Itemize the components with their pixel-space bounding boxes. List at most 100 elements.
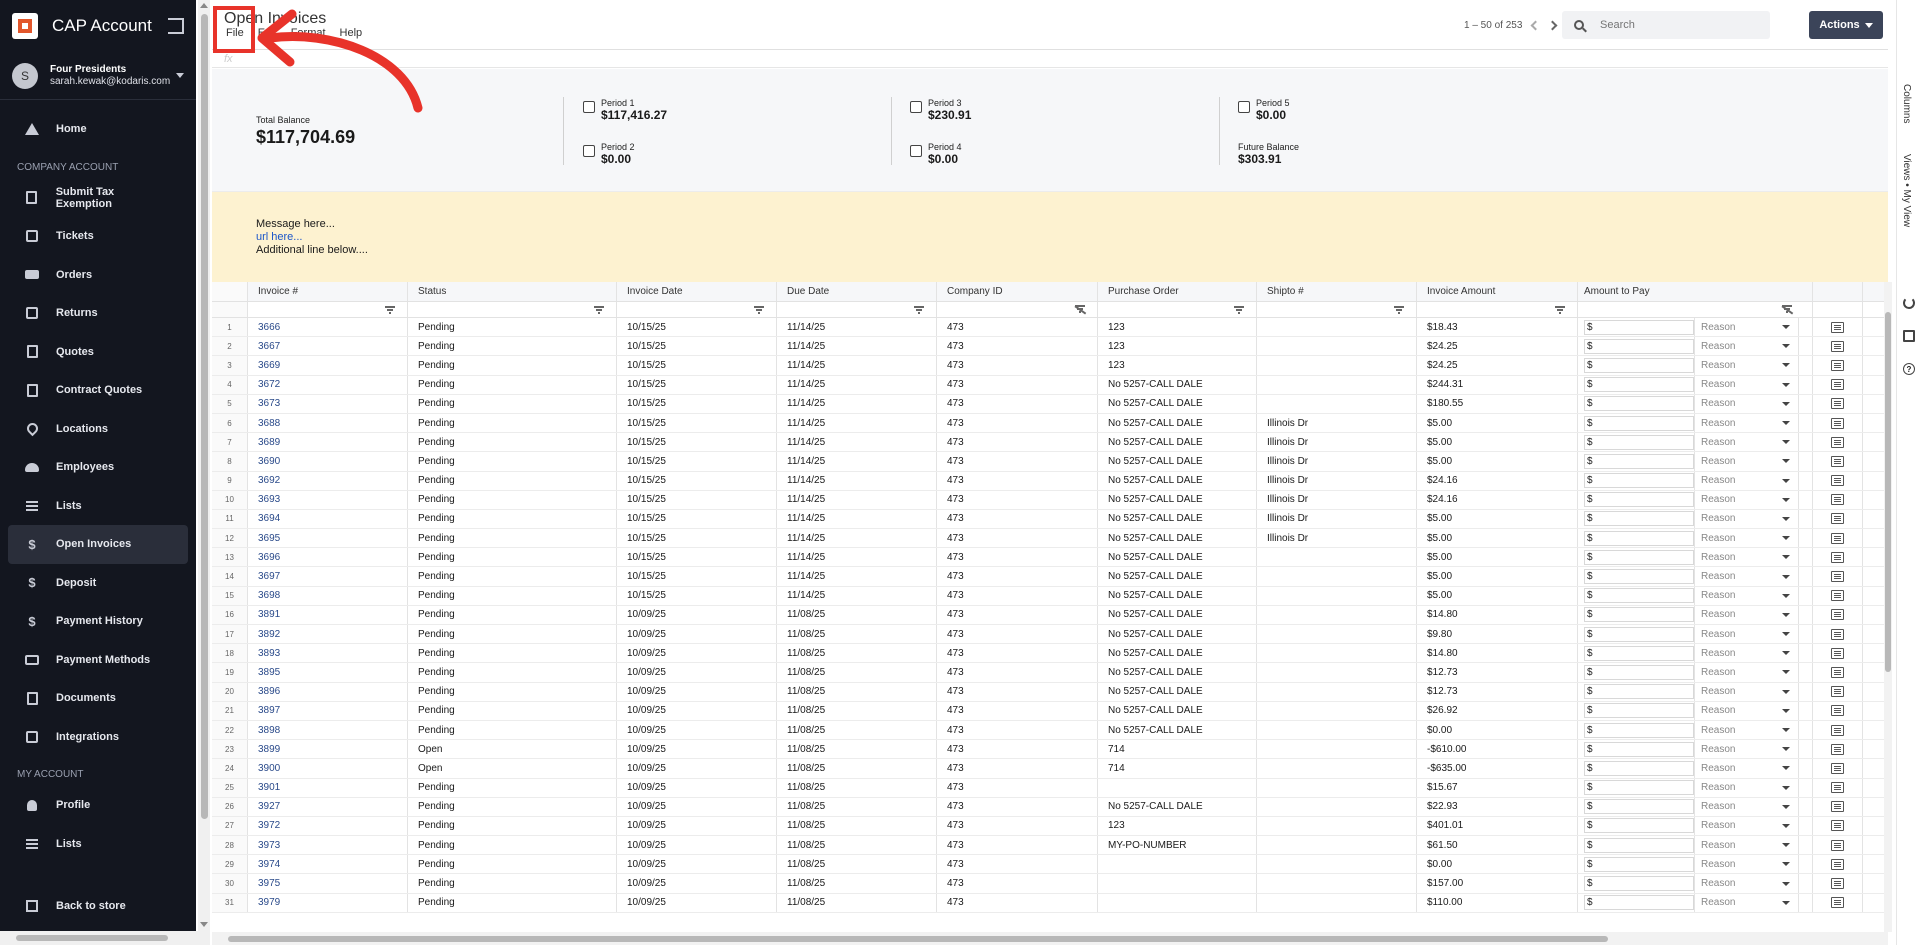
sidebar-item-deposit[interactable]: $ Deposit bbox=[8, 564, 188, 603]
invoice-number-cell[interactable]: 3899 bbox=[248, 740, 408, 759]
user-switcher[interactable]: S Four Presidents sarah.kewak@kodaris.co… bbox=[0, 52, 196, 100]
table-row[interactable]: 20 3896 Pending 10/09/25 11/08/25 473 No 5257-… bbox=[212, 682, 1888, 702]
sidebar-item-contract-quotes[interactable]: Contract Quotes bbox=[8, 371, 188, 410]
reason-select[interactable]: Reason bbox=[1695, 682, 1799, 701]
amount-to-pay-input[interactable]: $ bbox=[1584, 492, 1694, 508]
filter-icon[interactable] bbox=[385, 306, 395, 314]
invoice-number-cell[interactable]: 3666 bbox=[248, 318, 408, 337]
column-header-invoice-date[interactable]: Invoice Date bbox=[617, 282, 777, 301]
amount-to-pay-input[interactable]: $ bbox=[1584, 799, 1694, 815]
invoice-number-cell[interactable]: 3974 bbox=[248, 855, 408, 874]
reason-select[interactable]: Reason bbox=[1695, 433, 1799, 452]
filter-icon[interactable] bbox=[1234, 306, 1244, 314]
comment-icon[interactable] bbox=[1831, 705, 1844, 717]
reason-select[interactable]: Reason bbox=[1695, 490, 1799, 509]
amount-to-pay-input[interactable]: $ bbox=[1584, 434, 1694, 450]
table-row[interactable]: 21 3897 Pending 10/09/25 11/08/25 473 No 5257-… bbox=[212, 701, 1888, 721]
reason-select[interactable]: Reason bbox=[1695, 318, 1799, 337]
comment-icon[interactable] bbox=[1831, 647, 1844, 659]
comment-icon[interactable] bbox=[1831, 878, 1844, 890]
amount-to-pay-input[interactable]: $ bbox=[1584, 818, 1694, 834]
reason-select[interactable]: Reason bbox=[1695, 586, 1799, 605]
table-row[interactable]: 18 3893 Pending 10/09/25 11/08/25 473 No 5257-… bbox=[212, 644, 1888, 664]
refresh-icon[interactable] bbox=[1903, 297, 1915, 309]
sidebar-item-open-invoices[interactable]: $ Open Invoices bbox=[8, 525, 188, 564]
table-row[interactable]: 6 3688 Pending 10/15/25 11/14/25 473 No 5257-C… bbox=[212, 413, 1888, 434]
amount-to-pay-input[interactable]: $ bbox=[1584, 856, 1694, 872]
comment-icon[interactable] bbox=[1831, 475, 1844, 487]
grid-horizontal-scrollbar[interactable] bbox=[212, 932, 1888, 945]
period-4-checkbox[interactable] bbox=[910, 145, 922, 157]
table-icon[interactable] bbox=[1903, 330, 1915, 342]
reason-select[interactable]: Reason bbox=[1695, 874, 1799, 893]
sidebar-item-profile[interactable]: Profile bbox=[8, 786, 188, 825]
table-row[interactable]: 31 3979 Pending 10/09/25 11/08/25 473 $110.00 $… bbox=[212, 893, 1888, 913]
column-header-purchase-order[interactable]: Purchase Order bbox=[1098, 282, 1257, 301]
period-1-checkbox[interactable] bbox=[583, 101, 595, 113]
amount-to-pay-input[interactable]: $ bbox=[1584, 895, 1694, 911]
column-header-amount-to-pay[interactable]: Amount to Pay bbox=[1578, 282, 1813, 301]
invoice-number-cell[interactable]: 3693 bbox=[248, 490, 408, 509]
back-to-store-link[interactable]: Back to store bbox=[8, 887, 188, 926]
comment-icon[interactable] bbox=[1831, 782, 1844, 794]
invoice-number-cell[interactable]: 3695 bbox=[248, 529, 408, 548]
table-row[interactable]: 4 3672 Pending 10/15/25 11/14/25 473 No 5257-C… bbox=[212, 375, 1888, 395]
amount-to-pay-input[interactable]: $ bbox=[1584, 664, 1694, 680]
comment-icon[interactable] bbox=[1831, 820, 1844, 832]
invoice-number-cell[interactable]: 3972 bbox=[248, 816, 408, 836]
amount-to-pay-input[interactable]: $ bbox=[1584, 741, 1694, 757]
amount-to-pay-input[interactable]: $ bbox=[1584, 703, 1694, 719]
search-input[interactable] bbox=[1600, 19, 1760, 31]
amount-to-pay-input[interactable]: $ bbox=[1584, 626, 1694, 642]
amount-to-pay-input[interactable]: $ bbox=[1584, 760, 1694, 776]
comment-icon[interactable] bbox=[1831, 359, 1844, 371]
invoice-number-cell[interactable]: 3897 bbox=[248, 701, 408, 720]
sidebar-item-returns[interactable]: Returns bbox=[8, 294, 188, 333]
sidebar-item-tickets[interactable]: Tickets bbox=[8, 217, 188, 256]
invoice-number-cell[interactable]: 3973 bbox=[248, 836, 408, 855]
sidebar-item-lists[interactable]: Lists bbox=[8, 487, 188, 526]
filter-off-icon[interactable] bbox=[1782, 305, 1792, 314]
table-row[interactable]: 16 3891 Pending 10/09/25 11/08/25 473 No 5257-… bbox=[212, 605, 1888, 625]
menu-edit[interactable]: Edit bbox=[258, 27, 277, 39]
invoice-number-cell[interactable]: 3927 bbox=[248, 797, 408, 816]
amount-to-pay-input[interactable]: $ bbox=[1584, 319, 1694, 335]
table-row[interactable]: 29 3974 Pending 10/09/25 11/08/25 473 $0.00 $ Re… bbox=[212, 855, 1888, 875]
reason-select[interactable]: Reason bbox=[1695, 356, 1799, 375]
reason-select[interactable]: Reason bbox=[1695, 605, 1799, 624]
table-row[interactable]: 30 3975 Pending 10/09/25 11/08/25 473 $157.00 $… bbox=[212, 874, 1888, 894]
sidebar-item-employees[interactable]: Employees bbox=[8, 448, 188, 487]
comment-icon[interactable] bbox=[1831, 839, 1844, 851]
reason-select[interactable]: Reason bbox=[1695, 509, 1799, 529]
reason-select[interactable]: Reason bbox=[1695, 893, 1799, 912]
comment-icon[interactable] bbox=[1831, 398, 1844, 410]
menu-format[interactable]: Format bbox=[291, 27, 326, 39]
column-header-invoice[interactable]: Invoice # bbox=[248, 282, 408, 301]
invoice-number-cell[interactable]: 3698 bbox=[248, 586, 408, 605]
previous-page-icon[interactable] bbox=[1530, 20, 1541, 31]
reason-select[interactable]: Reason bbox=[1695, 471, 1799, 490]
filter-icon[interactable] bbox=[594, 306, 604, 314]
sidebar-item-locations[interactable]: Locations bbox=[8, 410, 188, 449]
views-panel-toggle[interactable]: Views • My View bbox=[1901, 154, 1912, 227]
sidebar-item-integrations[interactable]: Integrations bbox=[8, 718, 188, 757]
comment-icon[interactable] bbox=[1831, 801, 1844, 813]
table-row[interactable]: 2 3667 Pending 10/15/25 11/14/25 473 123 $24.25… bbox=[212, 337, 1888, 357]
invoice-number-cell[interactable]: 3891 bbox=[248, 605, 408, 624]
grid-vertical-scrollbar[interactable] bbox=[1884, 282, 1892, 932]
invoice-number-cell[interactable]: 3901 bbox=[248, 778, 408, 797]
amount-to-pay-input[interactable]: $ bbox=[1584, 645, 1694, 661]
comment-icon[interactable] bbox=[1831, 494, 1844, 506]
invoice-number-cell[interactable]: 3667 bbox=[248, 337, 408, 356]
comment-icon[interactable] bbox=[1831, 762, 1844, 774]
amount-to-pay-input[interactable]: $ bbox=[1584, 453, 1694, 469]
banner-link[interactable]: url here... bbox=[256, 231, 1844, 244]
sidebar-item-home[interactable]: Home bbox=[8, 110, 188, 149]
reason-select[interactable]: Reason bbox=[1695, 394, 1799, 413]
table-row[interactable]: 27 3972 Pending 10/09/25 11/08/25 473 123 $401.… bbox=[212, 816, 1888, 837]
comment-icon[interactable] bbox=[1831, 858, 1844, 870]
reason-select[interactable]: Reason bbox=[1695, 529, 1799, 548]
invoice-number-cell[interactable]: 3898 bbox=[248, 720, 408, 740]
filter-icon[interactable] bbox=[754, 306, 764, 314]
amount-to-pay-input[interactable]: $ bbox=[1584, 357, 1694, 373]
